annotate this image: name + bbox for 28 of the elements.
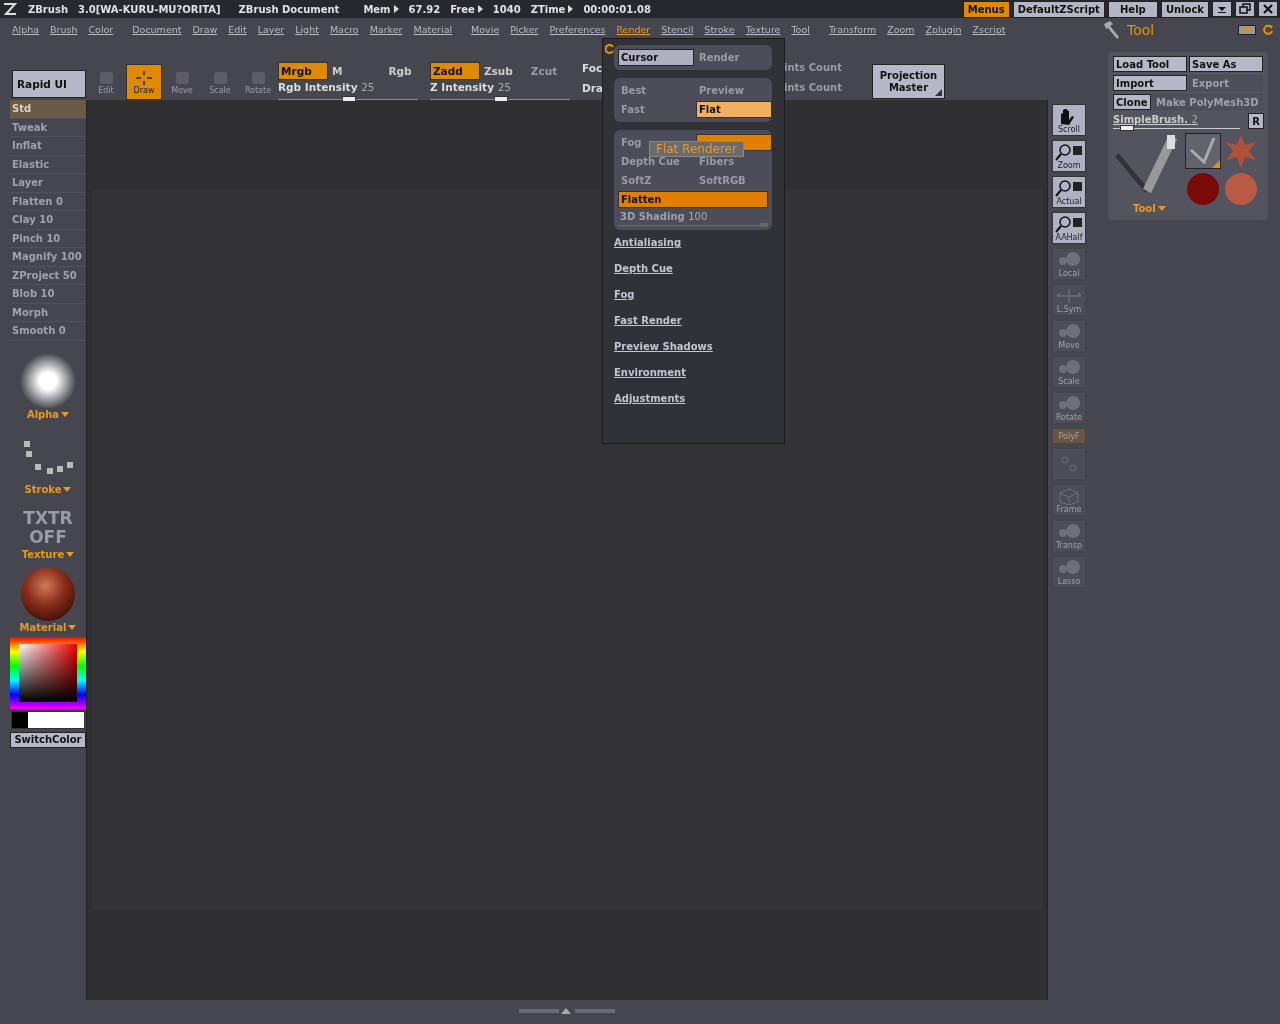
slider-label: ints Count — [784, 62, 842, 75]
slider-label: Dra — [582, 82, 604, 96]
shelf-label: Transp — [1055, 540, 1083, 550]
shelf-label: Local — [1058, 268, 1080, 278]
shelf-label: Zoom — [1057, 160, 1081, 170]
shelf-label: L.Sym — [1056, 304, 1082, 314]
document-name: ZBrush Document — [238, 3, 340, 15]
shelf-label: Move — [1058, 340, 1080, 350]
app-name: ZBrush — [28, 3, 68, 15]
stat-value: 00:00:01.08 — [583, 3, 651, 15]
shelf-label: PolyF — [1058, 431, 1080, 441]
slider-label: ints Count — [784, 82, 842, 95]
shelf-label: Actual — [1056, 196, 1082, 206]
shelf-label: AAHalf — [1055, 232, 1083, 242]
shelf-label: Frame — [1056, 504, 1082, 514]
stat-label: ZTime — [530, 3, 566, 15]
stat-label: Mem — [363, 3, 391, 15]
stat-value: 67.92 — [408, 3, 441, 15]
stat-label: Free — [450, 3, 475, 15]
shelf-label: Rotate — [1055, 412, 1083, 422]
shelf-label: Scale — [1058, 376, 1080, 386]
panel-title: Tool — [1127, 22, 1155, 38]
slider-label: Foc — [582, 62, 604, 76]
stat-value: 1040 — [492, 3, 521, 15]
shelf-label: Lasso — [1057, 576, 1081, 586]
version-text: 3.0[WA-KURU-MU?ORITA] — [78, 3, 221, 15]
tooltip: Flat Renderer — [649, 141, 744, 157]
shelf-label: Scroll — [1058, 124, 1080, 134]
